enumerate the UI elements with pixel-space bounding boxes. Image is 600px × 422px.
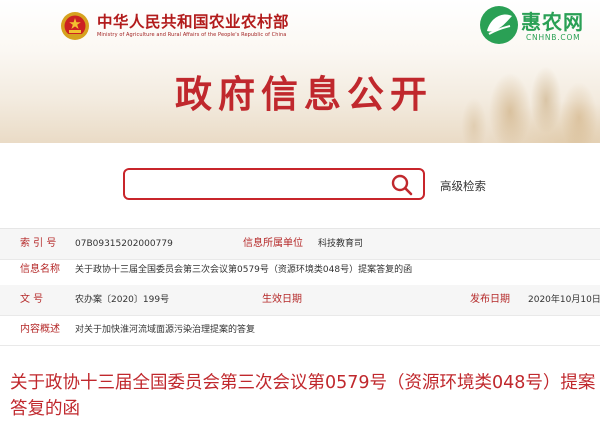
summary-value: 对关于加快淮河流域面源污染治理提案的答复	[75, 325, 256, 335]
site-logo-domain: CNHNB.COM	[526, 33, 581, 42]
site-logo-text: 惠农网	[521, 10, 584, 34]
ministry-name-cn: 中华人民共和国农业农村部	[97, 13, 290, 31]
name-label: 信息名称	[20, 264, 60, 275]
advanced-search-link[interactable]: 高级检索	[440, 178, 486, 194]
effective-date-label: 生效日期	[262, 294, 302, 305]
info-row-docno: 文 号 农办案〔2020〕199号 生效日期 发布日期 2020年10月10日	[0, 285, 600, 316]
issue-date-value: 2020年10月10日	[528, 295, 600, 305]
site-logo[interactable]: 惠农网 CNHNB.COM	[478, 4, 600, 46]
doc-no-value: 农办案〔2020〕199号	[75, 295, 170, 305]
search-input[interactable]	[133, 173, 387, 197]
issue-date-label: 发布日期	[470, 294, 510, 305]
info-row-summary: 内容概述 对关于加快淮河流域面源污染治理提案的答复	[0, 315, 600, 346]
info-row-name: 信息名称 关于政协十三届全国委员会第三次会议第0579号（资源环境类048号）提…	[0, 255, 600, 286]
header-banner: 中华人民共和国农业农村部 Ministry of Agriculture and…	[0, 0, 600, 143]
search-icon[interactable]	[390, 173, 414, 197]
ministry-name-en: Ministry of Agriculture and Rural Affair…	[97, 32, 287, 38]
search-box	[123, 168, 425, 200]
page-title: 政府信息公开	[175, 73, 433, 116]
search-area: 高级检索	[0, 143, 600, 225]
summary-label: 内容概述	[20, 324, 60, 335]
name-value: 关于政协十三届全国委员会第三次会议第0579号（资源环境类048号）提案答复的函	[75, 265, 413, 275]
doc-no-label: 文 号	[20, 294, 44, 305]
national-emblem-icon	[61, 12, 89, 40]
leaf-logo-icon	[480, 6, 518, 44]
info-table: 索 引 号 07B0931520200077​9 信息所属单位 科技教育司 信息…	[0, 228, 600, 346]
document-title: 关于政协十三届全国委员会第三次会议第0579号（资源环境类048号）提案答复的函	[10, 373, 596, 419]
